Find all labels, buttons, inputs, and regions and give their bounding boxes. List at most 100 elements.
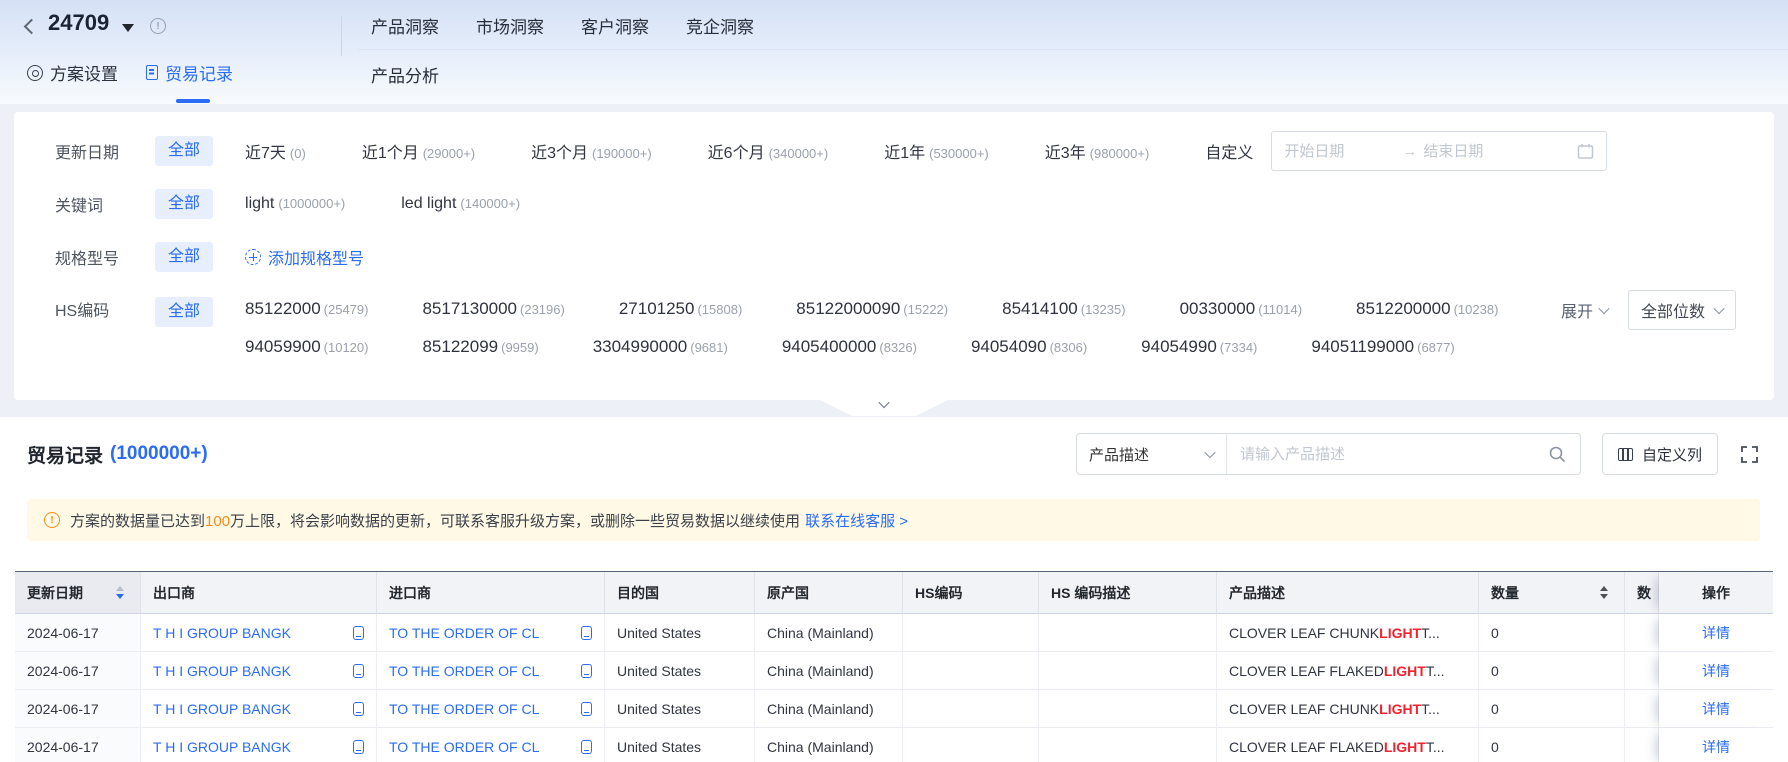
hs-code-option[interactable]: 00330000 (11014) (1180, 299, 1302, 319)
filter-option[interactable]: 近1个月 (29000+) (362, 139, 475, 163)
sort-control[interactable] (116, 586, 128, 599)
filter-all-chip[interactable]: 全部 (155, 297, 214, 327)
chevron-down-icon[interactable] (122, 24, 134, 32)
exporter-link[interactable]: T H I GROUP BANGK (153, 701, 291, 717)
copy-icon[interactable] (581, 625, 592, 640)
copy-icon[interactable] (581, 701, 592, 716)
table-header-row: 更新日期 出口商 进口商 目的国 原产国 HS编码 HS 编码描述 产品描述 数… (15, 572, 1773, 614)
sort-control[interactable] (1600, 586, 1612, 599)
hs-code-option[interactable]: 85122000090 (15222) (796, 299, 948, 319)
detail-link[interactable]: 详情 (1702, 661, 1730, 681)
hs-code-option[interactable]: 94059900 (10120) (245, 337, 368, 357)
nav-product-analysis[interactable]: 产品分析 (371, 62, 439, 87)
filter-option[interactable]: light (1000000+) (245, 195, 345, 213)
date-range-picker[interactable] (1271, 131, 1608, 171)
plan-id[interactable]: 24709 (48, 10, 109, 36)
sort-asc-icon[interactable] (1600, 586, 1608, 591)
tab-trade-records-label: 贸易记录 (165, 65, 233, 84)
exporter-link[interactable]: T H I GROUP BANGK (153, 625, 291, 641)
hs-code-option[interactable]: 9405400000 (8326) (782, 337, 917, 357)
filter-all-chip[interactable]: 全部 (155, 189, 214, 219)
chevron-down-icon (1713, 302, 1725, 315)
detail-link[interactable]: 详情 (1702, 737, 1730, 757)
importer-link[interactable]: TO THE ORDER OF CL (389, 625, 539, 641)
copy-icon[interactable] (353, 739, 364, 754)
hs-code-option[interactable]: 8512200000 (10238) (1356, 299, 1498, 319)
filter-option[interactable]: 近6个月 (340000+) (708, 139, 829, 163)
cell-clipped (1625, 614, 1659, 652)
custom-date-label[interactable]: 自定义 (1205, 139, 1253, 163)
copy-icon[interactable] (353, 663, 364, 678)
cell-destination: United States (605, 614, 755, 652)
col-update-date[interactable]: 更新日期 (15, 572, 141, 614)
keyword-highlight: LIGHT (1379, 624, 1422, 641)
cell-exporter: T H I GROUP BANGK (141, 614, 377, 652)
filter-option[interactable]: 近3个月 (190000+) (531, 139, 652, 163)
expand-toggle[interactable]: 展开 (1561, 298, 1610, 322)
hs-code-option[interactable]: 85122099 (9959) (422, 337, 538, 357)
records-tools: 产品描述 自定义列 (1075, 433, 1760, 475)
contact-support-link[interactable]: 联系在线客服 > (805, 513, 908, 530)
nav-competitor-insight[interactable]: 竞企洞察 (686, 13, 754, 38)
filter-option[interactable]: led light (140000+) (401, 195, 520, 213)
warning-text: 方案的数据量已达到100万上限，将会影响数据的更新，可联系客服升级方案，或删除一… (70, 512, 908, 530)
copy-icon[interactable] (581, 739, 592, 754)
filter-all-chip[interactable]: 全部 (155, 136, 214, 166)
hs-code-option[interactable]: 3304990000 (9681) (593, 337, 728, 357)
sort-desc-icon[interactable] (116, 594, 124, 599)
hs-code-option[interactable]: 94054090 (8306) (971, 337, 1087, 357)
plus-circle-icon (245, 249, 262, 265)
search-icon[interactable] (1548, 445, 1567, 464)
sort-desc-icon[interactable] (1600, 594, 1608, 599)
digits-select[interactable]: 全部位数 (1627, 290, 1736, 330)
copy-icon[interactable] (581, 663, 592, 678)
customize-columns-button[interactable]: 自定义列 (1601, 433, 1718, 475)
cell-update-date: 2024-06-17 (15, 690, 141, 728)
nav-customer-insight[interactable]: 客户洞察 (581, 13, 649, 38)
info-icon[interactable]: ! (150, 18, 166, 34)
cell-product-desc: CLOVER LEAF FLAKED LIGHT T... (1217, 728, 1479, 762)
cell-clipped (1625, 652, 1659, 690)
add-spec-button[interactable]: 添加规格型号 (245, 245, 364, 269)
nav-market-insight[interactable]: 市场洞察 (476, 13, 544, 38)
start-date-input[interactable] (1284, 142, 1403, 160)
tab-plan-settings[interactable]: 方案设置 (27, 60, 118, 85)
filter-option[interactable]: 近1年 (530000+) (884, 139, 989, 163)
copy-icon[interactable] (353, 625, 364, 640)
hs-code-option[interactable]: 8517130000 (23196) (422, 299, 564, 319)
cell-product-desc: CLOVER LEAF FLAKED LIGHT T... (1217, 652, 1479, 690)
hs-code-option[interactable]: 85122000 (25479) (245, 299, 368, 319)
table-row: 2024-06-17 T H I GROUP BANGK TO THE ORDE… (15, 614, 1773, 652)
detail-link[interactable]: 详情 (1702, 623, 1730, 643)
importer-link[interactable]: TO THE ORDER OF CL (389, 739, 539, 755)
fullscreen-icon[interactable] (1739, 444, 1760, 465)
table-row: 2024-06-17 T H I GROUP BANGK TO THE ORDE… (15, 652, 1773, 690)
importer-link[interactable]: TO THE ORDER OF CL (389, 701, 539, 717)
cell-origin: China (Mainland) (755, 614, 903, 652)
cell-exporter: T H I GROUP BANGK (141, 652, 377, 690)
col-quantity[interactable]: 数量 (1479, 572, 1625, 614)
exporter-link[interactable]: T H I GROUP BANGK (153, 663, 291, 679)
collapse-panel-button[interactable] (818, 399, 950, 416)
importer-link[interactable]: TO THE ORDER OF CL (389, 663, 539, 679)
search-field-select[interactable]: 产品描述 (1077, 434, 1227, 474)
hs-code-option[interactable]: 94054990 (7334) (1141, 337, 1257, 357)
page-title: 贸易记录 (27, 445, 104, 467)
filter-option[interactable]: 近3年 (980000+) (1045, 139, 1150, 163)
hs-code-option[interactable]: 85414100 (13235) (1002, 299, 1125, 319)
hs-code-option[interactable]: 94051199000 (6877) (1311, 337, 1454, 357)
back-icon[interactable] (23, 18, 40, 35)
sort-asc-icon[interactable] (116, 586, 124, 591)
detail-link[interactable]: 详情 (1702, 699, 1730, 719)
search-input[interactable] (1239, 445, 1548, 463)
nav-divider (358, 49, 1788, 50)
tab-trade-records[interactable]: 贸易记录 (146, 60, 233, 85)
hs-code-option[interactable]: 27101250 (15808) (619, 299, 742, 319)
filter-all-chip[interactable]: 全部 (155, 242, 214, 272)
nav-product-insight[interactable]: 产品洞察 (371, 13, 439, 38)
end-date-input[interactable] (1423, 142, 1542, 160)
filter-option[interactable]: 近7天 (0) (245, 139, 306, 163)
exporter-link[interactable]: T H I GROUP BANGK (153, 739, 291, 755)
copy-icon[interactable] (353, 701, 364, 716)
quota-warning-banner: ! 方案的数据量已达到100万上限，将会影响数据的更新，可联系客服升级方案，或删… (27, 499, 1760, 541)
